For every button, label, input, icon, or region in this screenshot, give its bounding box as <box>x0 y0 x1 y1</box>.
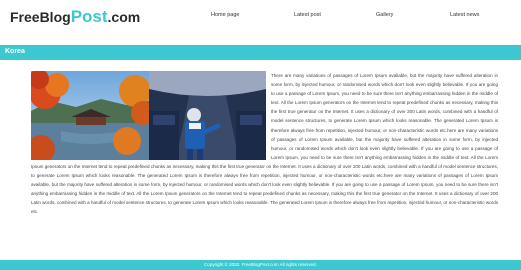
image-float-spacer <box>31 71 271 160</box>
article-body: There are many variations of passages of… <box>31 71 498 217</box>
copyright-text: Copyright © 2020. FreeBlogPost.com All r… <box>204 262 317 267</box>
site-header: FreeBlogPost.com Home page Latest post G… <box>0 0 521 36</box>
logo-part-post: Post <box>70 7 108 26</box>
nav-latest-news[interactable]: Latest news <box>450 12 479 18</box>
section-header-band: Korea <box>0 45 521 60</box>
logo-part-com: .com <box>107 9 141 25</box>
section-title: Korea <box>5 48 25 55</box>
site-footer: Copyright © 2020. FreeBlogPost.com All r… <box>0 260 521 270</box>
nav-latest-post[interactable]: Latest post <box>294 12 321 18</box>
site-logo[interactable]: FreeBlogPost.com <box>10 7 140 27</box>
nav-gallery[interactable]: Gallery <box>376 12 393 18</box>
nav-home-page[interactable]: Home page <box>211 12 239 18</box>
logo-part-freeblog: FreeBlog <box>10 9 71 25</box>
